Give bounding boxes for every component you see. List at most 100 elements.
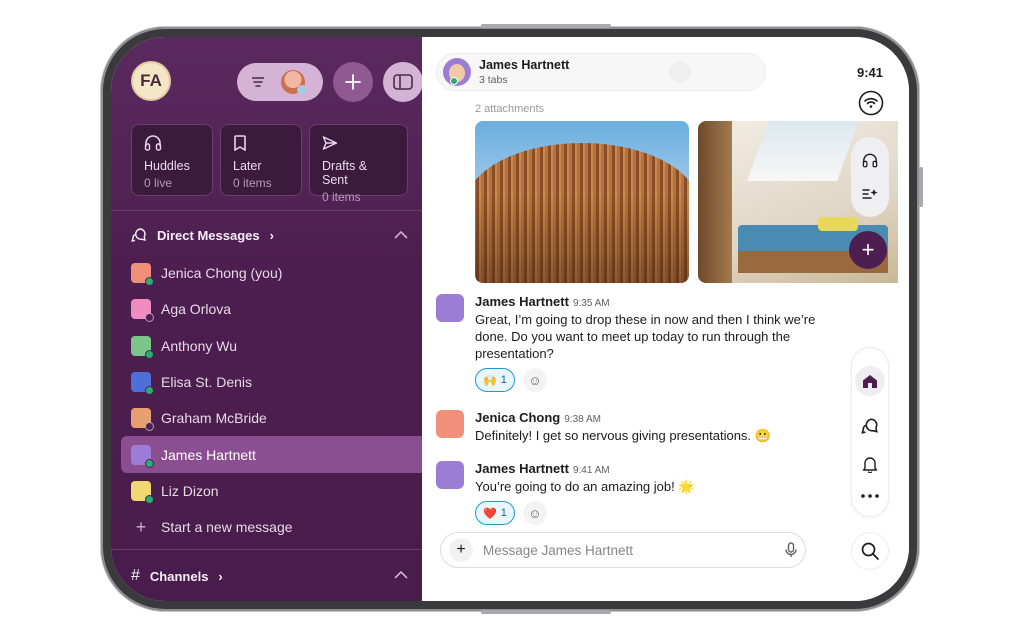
message-time: 9:35 AM bbox=[572, 298, 610, 309]
dm-name: Graham McBride bbox=[161, 410, 267, 427]
divider bbox=[111, 549, 422, 550]
message-author[interactable]: James Hartnett bbox=[475, 461, 569, 476]
new-message-label: Start a new message bbox=[161, 519, 293, 536]
dm-item[interactable]: Elisa St. Denis bbox=[121, 364, 427, 400]
reaction-count: 1 bbox=[500, 507, 507, 519]
filter-status-pill[interactable] bbox=[237, 63, 323, 101]
status-avatar[interactable] bbox=[281, 70, 307, 95]
conversation-tabs: 3 tabs bbox=[479, 74, 508, 86]
user-avatar[interactable]: FA bbox=[131, 61, 171, 101]
chevron-right-icon: › bbox=[269, 227, 274, 243]
message-author[interactable]: James Hartnett bbox=[475, 294, 569, 309]
microphone-icon[interactable] bbox=[785, 542, 797, 558]
dm-name: Aga Orlova bbox=[161, 301, 232, 318]
message[interactable]: James Hartnett 9:41 AM You’re going to do… bbox=[436, 461, 816, 525]
card-later[interactable]: Later 0 items bbox=[220, 124, 302, 196]
card-sub: 0 live bbox=[144, 176, 173, 190]
messages-icon[interactable] bbox=[861, 417, 879, 435]
hash-icon: # bbox=[131, 567, 140, 584]
conversation-name: James Hartnett bbox=[479, 58, 570, 72]
canvas-sparkle-icon[interactable] bbox=[862, 187, 878, 201]
reaction-count: 1 bbox=[500, 374, 507, 386]
avatar bbox=[131, 372, 154, 396]
messages-icon bbox=[131, 228, 146, 242]
divider bbox=[111, 210, 422, 211]
bookmark-icon bbox=[233, 135, 289, 153]
headphones-icon[interactable] bbox=[862, 153, 878, 168]
new-action-button[interactable]: + bbox=[849, 231, 887, 269]
huddle-tools bbox=[851, 137, 889, 217]
status-time: 9:41 bbox=[856, 65, 883, 80]
card-sub: 0 items bbox=[233, 176, 272, 190]
wifi-icon bbox=[853, 85, 889, 121]
attachment-image-building[interactable] bbox=[475, 121, 689, 283]
card-huddles[interactable]: Huddles 0 live bbox=[131, 124, 213, 196]
message-time: 9:38 AM bbox=[564, 414, 601, 425]
section-title: Channels bbox=[149, 568, 209, 584]
reaction-chip[interactable]: ❤️ 1 bbox=[475, 501, 515, 525]
card-label: Huddles bbox=[144, 159, 190, 173]
direct-messages-header[interactable]: Direct Messages › bbox=[131, 227, 274, 243]
dm-name: James Hartnett bbox=[161, 446, 256, 463]
message[interactable]: James Hartnett 9:35 AM Great, I’m going t… bbox=[436, 294, 816, 392]
avatar bbox=[131, 480, 154, 504]
channels-header[interactable]: # Channels › bbox=[131, 567, 223, 585]
start-new-message[interactable]: + Start a new message bbox=[121, 509, 427, 545]
headphones-icon bbox=[144, 135, 200, 153]
conversation-header[interactable]: James Hartnett 3 tabs bbox=[436, 53, 766, 91]
online-indicator bbox=[450, 77, 458, 85]
screen: FA Huddles 0 live Later 0 items Drafts &… bbox=[111, 37, 909, 601]
sidebar-icon bbox=[393, 74, 413, 90]
add-reaction-icon[interactable]: ☺ bbox=[522, 501, 547, 525]
avatar[interactable] bbox=[436, 461, 464, 489]
dm-item[interactable]: Aga Orlova bbox=[121, 291, 427, 327]
avatar bbox=[131, 299, 154, 323]
dm-item[interactable]: Liz Dizon bbox=[121, 473, 427, 509]
chevron-up-icon[interactable] bbox=[394, 230, 408, 239]
camera-dot bbox=[669, 61, 691, 83]
dm-item[interactable]: Anthony Wu bbox=[121, 328, 427, 364]
attachments-label: 2 attachments bbox=[475, 103, 545, 115]
message[interactable]: Jenica Chong 9:38 AM Definitely! I get so… bbox=[436, 410, 816, 444]
plus-icon bbox=[345, 74, 361, 90]
dm-item-active[interactable]: James Hartnett bbox=[121, 436, 427, 473]
sidebar-toggle-button[interactable] bbox=[383, 62, 423, 102]
compose-button[interactable] bbox=[333, 62, 373, 102]
card-label: Later bbox=[233, 159, 262, 173]
conversation-pane: James Hartnett 3 tabs 9:41 2 attachments… bbox=[422, 37, 909, 601]
plus-icon: + bbox=[135, 516, 147, 537]
more-icon[interactable] bbox=[861, 493, 879, 498]
send-icon bbox=[322, 135, 395, 153]
dm-item[interactable]: Jenica Chong (you) bbox=[121, 255, 427, 291]
reaction-emoji: 🙌 bbox=[483, 374, 497, 387]
message-text: Great, I’m going to drop these in now an… bbox=[475, 312, 816, 361]
tablet-frame: FA Huddles 0 live Later 0 items Drafts &… bbox=[101, 24, 923, 614]
message-input[interactable] bbox=[483, 542, 775, 558]
avatar[interactable] bbox=[436, 410, 464, 438]
avatar bbox=[131, 408, 154, 432]
search-icon[interactable] bbox=[851, 532, 889, 570]
message-time: 9:41 AM bbox=[572, 465, 610, 476]
card-sub: 0 items bbox=[322, 190, 361, 204]
avatar bbox=[131, 444, 154, 468]
attach-plus-button[interactable]: + bbox=[449, 538, 473, 562]
nav-rail bbox=[851, 347, 889, 517]
dm-list: Jenica Chong (you) Aga Orlova Anthony Wu… bbox=[121, 255, 427, 545]
message-composer: + bbox=[440, 532, 806, 568]
dm-name: Jenica Chong (you) bbox=[161, 265, 283, 282]
section-title: Direct Messages bbox=[157, 227, 260, 243]
card-drafts-sent[interactable]: Drafts & Sent 0 items bbox=[309, 124, 408, 204]
avatar[interactable] bbox=[436, 294, 464, 322]
card-label: Drafts & Sent bbox=[322, 159, 368, 187]
filter-icon[interactable] bbox=[249, 73, 267, 91]
message-author[interactable]: Jenica Chong bbox=[475, 410, 560, 425]
dm-name: Anthony Wu bbox=[161, 337, 238, 354]
bell-icon[interactable] bbox=[862, 456, 878, 473]
dm-item[interactable]: Graham McBride bbox=[121, 400, 427, 436]
add-reaction-icon[interactable]: ☺ bbox=[522, 368, 547, 392]
dm-name: Elisa St. Denis bbox=[161, 374, 253, 391]
reaction-chip[interactable]: 🙌 1 bbox=[475, 368, 515, 392]
chevron-up-icon[interactable] bbox=[394, 570, 408, 579]
home-icon[interactable] bbox=[855, 366, 885, 397]
chevron-right-icon: › bbox=[218, 568, 223, 584]
